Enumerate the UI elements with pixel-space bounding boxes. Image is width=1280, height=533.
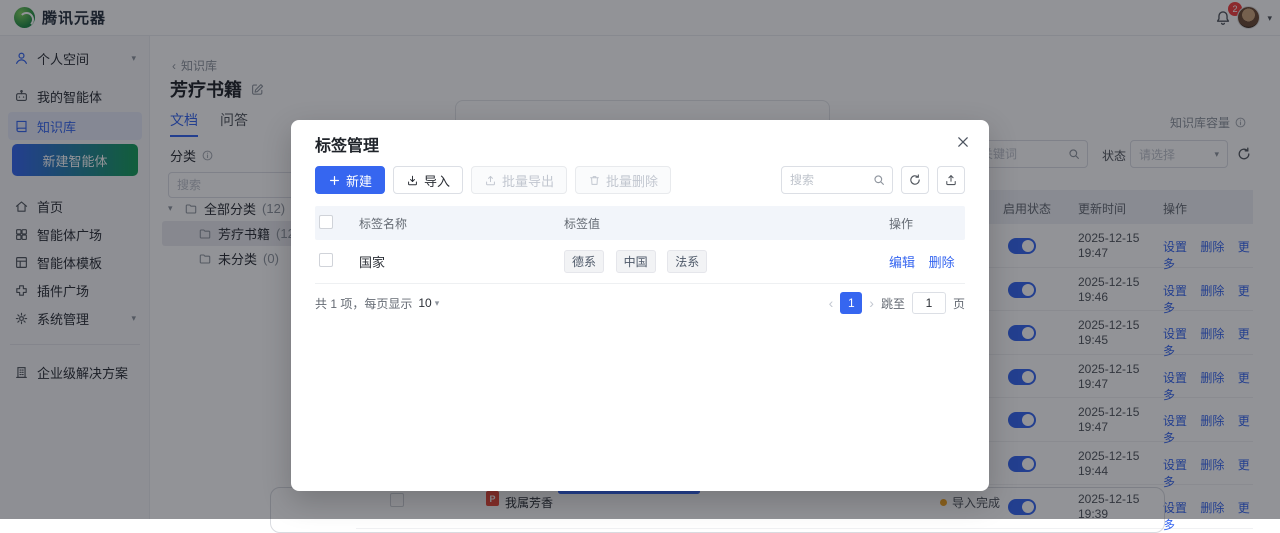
chevron-down-icon[interactable]: ▾ [435,298,440,309]
tag-search [781,166,893,194]
column-header: 操作 [889,216,914,231]
page-unit-label: 页 [952,296,965,311]
tag-table-row: 国家 德系 中国 法系 编辑 删除 [315,240,965,284]
refresh-icon [908,173,922,187]
tag-name: 国家 [359,255,386,270]
create-tag-button[interactable]: 新建 [315,166,386,194]
tag-value: 法系 [667,250,708,273]
total-count-text: 共 1 项，每页显示 [315,296,413,311]
import-icon [406,174,419,187]
tag-table-header: 标签名称 标签值 操作 [315,206,965,240]
current-page-button[interactable]: 1 [840,292,863,314]
import-button[interactable]: 导入 [393,166,464,194]
modal-title: 标签管理 [315,138,380,155]
tag-value: 德系 [564,250,605,273]
edit-link[interactable]: 编辑 [889,255,915,270]
tag-management-modal: 标签管理 新建 导入 批量导出 批量删除 搜索 标签名称 标签值 操作 国家 德… [291,120,989,491]
plus-icon [328,174,341,187]
select-all-checkbox[interactable] [319,214,333,229]
trash-icon [588,174,601,187]
jump-label: 跳至 [880,296,905,311]
batch-delete-button: 批量删除 [575,166,672,194]
delete-link[interactable]: 删除 [929,255,955,270]
row-checkbox[interactable] [319,253,333,267]
search-icon [872,173,886,187]
prev-page-icon[interactable]: ‹ [829,295,834,311]
batch-export-button: 批量导出 [471,166,568,194]
refresh-button[interactable] [901,166,929,194]
column-header: 标签名称 [359,216,408,231]
page-size-value[interactable]: 10 [418,296,431,310]
tag-value: 中国 [615,250,656,273]
upload-icon [944,173,958,187]
close-icon[interactable] [955,134,971,150]
jump-page-input[interactable] [911,292,946,314]
column-header: 标签值 [564,216,601,231]
export-icon [484,174,497,187]
next-page-icon[interactable]: › [869,295,874,311]
export-icon-button[interactable] [937,166,965,194]
